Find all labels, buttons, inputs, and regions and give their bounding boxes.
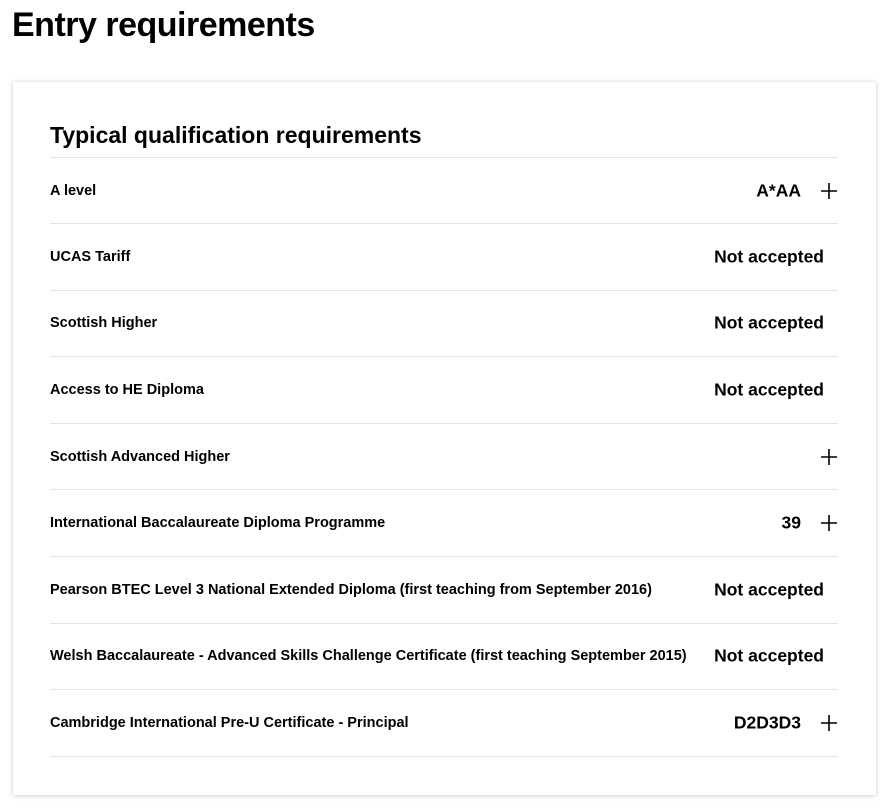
requirement-row[interactable]: International Baccalaureate Diploma Prog… (50, 490, 838, 557)
plus-icon[interactable] (820, 714, 838, 732)
requirement-row: Access to HE Diploma Not accepted (50, 357, 838, 424)
requirement-row[interactable]: Cambridge International Pre-U Certificat… (50, 690, 838, 757)
requirement-value: Not accepted (714, 579, 824, 600)
plus-icon[interactable] (820, 514, 838, 532)
page-title: Entry requirements (12, 6, 315, 44)
qualification-label: A level (50, 182, 97, 199)
requirement-value: Not accepted (714, 312, 824, 333)
requirement-value: Not accepted (714, 246, 824, 267)
requirement-value: 39 (781, 512, 801, 533)
requirement-row[interactable]: A level A*AA (50, 158, 838, 224)
requirement-value: Not accepted (714, 645, 824, 666)
requirement-row[interactable]: Scottish Advanced Higher (50, 424, 838, 491)
requirement-row: Pearson BTEC Level 3 National Extended D… (50, 557, 838, 624)
qualification-card: Typical qualification requirements A lev… (13, 82, 876, 795)
qualification-label: Cambridge International Pre-U Certificat… (50, 714, 409, 731)
qualification-label: Scottish Higher (50, 315, 158, 332)
requirement-value: D2D3D3 (733, 712, 801, 733)
qualification-label: International Baccalaureate Diploma Prog… (50, 515, 386, 532)
card-title: Typical qualification requirements (50, 122, 422, 148)
requirement-row: Welsh Baccalaureate - Advanced Skills Ch… (50, 624, 838, 691)
qualification-label: Scottish Advanced Higher (50, 448, 230, 465)
qualification-label: Access to HE Diploma (50, 381, 204, 398)
plus-icon[interactable] (820, 448, 838, 466)
requirement-row: Scottish Higher Not accepted (50, 291, 838, 358)
requirements-table: A level A*AA UCAS Tariff Not accepted Scotti… (50, 157, 838, 757)
requirement-row: UCAS Tariff Not accepted (50, 224, 838, 291)
requirement-value: Not accepted (714, 379, 824, 400)
qualification-label: Welsh Baccalaureate - Advanced Skills Ch… (50, 648, 687, 665)
plus-icon[interactable] (820, 182, 838, 200)
qualification-label: UCAS Tariff (50, 248, 131, 265)
requirement-value: A*AA (756, 180, 801, 200)
qualification-label: Pearson BTEC Level 3 National Extended D… (50, 581, 652, 598)
